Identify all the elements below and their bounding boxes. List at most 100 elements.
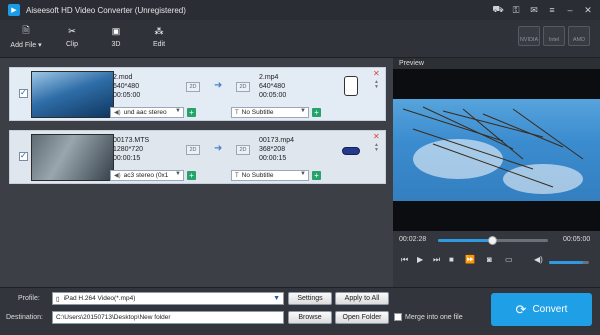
output-resolution: 640*480	[259, 83, 286, 90]
output-2d-badge: 2D	[236, 145, 250, 155]
add-subtitle-button[interactable]: +	[312, 108, 321, 117]
output-resolution: 368*208	[259, 146, 286, 153]
current-time: 00:02:28	[399, 236, 427, 243]
open-folder-button[interactable]: Open Folder	[335, 311, 389, 324]
chevron-down-icon: ▼	[300, 171, 306, 177]
arrow-right-icon: ➜	[214, 80, 223, 91]
browse-button[interactable]: Browse	[288, 311, 332, 324]
preview-panel: Preview 00:02:28 00:05:00 ⏮ ▶ ⏭ ■ ⏩ ◙ ▭ …	[393, 58, 600, 287]
subtitle-select[interactable]: T No Subtitle ▼	[231, 107, 309, 118]
video-thumbnail[interactable]	[31, 134, 114, 181]
source-info: 2.mod 640*480 00:05:00	[113, 73, 140, 100]
settings-button[interactable]: Settings	[288, 292, 332, 305]
volume-fill	[549, 261, 583, 264]
ipad-icon: ▯	[56, 295, 60, 303]
iphone-icon[interactable]	[344, 76, 358, 96]
file-row[interactable]: 00173.MTS 1280*720 00:00:15 2D ➜ 2D 0017…	[9, 130, 386, 184]
snapshot-icon[interactable]: ◙	[487, 255, 492, 264]
convert-icon: ⟳	[515, 301, 527, 317]
3d-label: 3D	[111, 41, 121, 48]
feedback-icon[interactable]: ✉	[526, 3, 542, 17]
seek-bar[interactable]	[438, 236, 548, 245]
speaker-icon: ◀)	[114, 173, 121, 179]
edit-button[interactable]: ⁂ Edit	[137, 24, 181, 49]
file-row[interactable]: 2.mod 640*480 00:05:00 2D ➜ 2D 2.mp4 640…	[9, 67, 386, 121]
convert-button[interactable]: ⟳ Convert	[491, 293, 592, 326]
3d-icon: ▣	[111, 25, 121, 36]
file-checkbox[interactable]	[19, 151, 28, 161]
nvidia-badge: NVIDIA	[518, 26, 540, 46]
next-frame-icon[interactable]: ⏭	[433, 255, 440, 265]
destination-field[interactable]: C:\Users\20150713\Desktop\New folder	[52, 311, 284, 324]
add-file-button[interactable]: 🗎 Add File ▾	[4, 24, 48, 49]
speaker-icon: ◀)	[114, 110, 121, 116]
video-preview[interactable]	[393, 69, 600, 231]
file-checkbox[interactable]	[19, 88, 28, 98]
merge-checkbox[interactable]	[394, 313, 402, 321]
video-thumbnail[interactable]	[31, 71, 114, 118]
playback-controls: ⏮ ▶ ⏭ ■ ⏩ ◙ ▭ ◀)	[393, 254, 600, 270]
amd-badge: AMD	[568, 26, 590, 46]
audio-track-select[interactable]: ◀) und aac stereo ▼	[110, 107, 184, 118]
move-arrows-icon[interactable]: ▲ ▼	[374, 80, 379, 90]
output-2d-badge: 2D	[236, 82, 250, 92]
letterbox-bottom	[393, 201, 600, 231]
source-resolution: 640*480	[113, 83, 140, 90]
add-audio-button[interactable]: +	[187, 108, 196, 117]
bottom-bar: Profile: ▯ iPad H.264 Video(*.mp4) ▼ Set…	[0, 287, 600, 335]
title-bar: ▶ Aiseesoft HD Video Converter (Unregist…	[0, 0, 600, 20]
close-icon[interactable]: ✕	[580, 3, 596, 17]
apply-to-all-button[interactable]: Apply to All	[335, 292, 389, 305]
remove-file-icon[interactable]: ✕	[373, 69, 380, 78]
output-duration: 00:05:00	[259, 92, 287, 99]
window-title: Aiseesoft HD Video Converter (Unregister…	[26, 5, 186, 15]
chevron-down-icon: ▼	[273, 295, 280, 302]
output-name: 2.mp4	[259, 74, 279, 81]
source-duration: 00:05:00	[113, 92, 141, 99]
chevron-down-icon[interactable]: ▾	[38, 42, 42, 49]
source-name: 00173.MTS	[113, 137, 150, 144]
previous-icon[interactable]: ⏮	[401, 255, 408, 265]
subtitle-value: No Subtitle	[241, 109, 274, 116]
key-icon[interactable]: ⚿	[508, 3, 524, 17]
output-name: 00173.mp4	[259, 137, 295, 144]
3d-button[interactable]: ▣ 3D	[94, 24, 138, 49]
subtitle-value: No Subtitle	[241, 172, 274, 179]
edit-icon: ⁂	[154, 25, 164, 36]
add-subtitle-button[interactable]: +	[312, 171, 321, 180]
stop-icon[interactable]: ■	[449, 255, 454, 264]
merge-label: Merge into one file	[405, 314, 463, 321]
cart-icon[interactable]: ⛟	[490, 3, 506, 17]
source-name: 2.mod	[113, 74, 133, 81]
audio-track-select[interactable]: ◀) ac3 stereo (0x1 ▼	[110, 170, 184, 181]
fast-forward-icon[interactable]: ⏩	[465, 255, 475, 264]
edit-label: Edit	[152, 41, 166, 48]
chevron-down-icon: ▼	[300, 108, 306, 114]
folder-icon[interactable]: ▭	[505, 255, 513, 264]
arrow-right-icon: ➜	[214, 143, 223, 154]
subtitle-icon: T	[235, 172, 239, 179]
menu-icon[interactable]: ≡	[544, 3, 560, 17]
source-resolution: 1280*720	[113, 146, 143, 153]
preview-title: Preview	[393, 58, 600, 69]
add-audio-button[interactable]: +	[187, 171, 196, 180]
profile-value: iPad H.264 Video(*.mp4)	[63, 295, 136, 302]
move-arrows-icon[interactable]: ▲ ▼	[374, 143, 379, 153]
clip-button[interactable]: ✂ Clip	[50, 24, 94, 49]
minimize-icon[interactable]: –	[562, 3, 578, 17]
window-controls: ⛟ ⚿ ✉ ≡ – ✕	[490, 3, 596, 17]
add-file-icon: 🗎	[22, 25, 30, 35]
subtitle-select[interactable]: T No Subtitle ▼	[231, 170, 309, 181]
play-icon[interactable]: ▶	[417, 255, 423, 264]
audio-track-value: ac3 stereo (0x1	[123, 172, 169, 179]
remove-file-icon[interactable]: ✕	[373, 132, 380, 141]
destination-label: Destination:	[6, 314, 43, 321]
psp-icon[interactable]	[342, 147, 360, 155]
intel-badge: Intel	[543, 26, 565, 46]
seek-fill	[438, 239, 492, 242]
profile-select[interactable]: ▯ iPad H.264 Video(*.mp4) ▼	[52, 292, 284, 305]
volume-slider[interactable]	[549, 261, 589, 264]
source-info: 00173.MTS 1280*720 00:00:15	[113, 136, 149, 163]
volume-icon[interactable]: ◀)	[534, 255, 543, 264]
seek-knob[interactable]	[487, 236, 497, 245]
